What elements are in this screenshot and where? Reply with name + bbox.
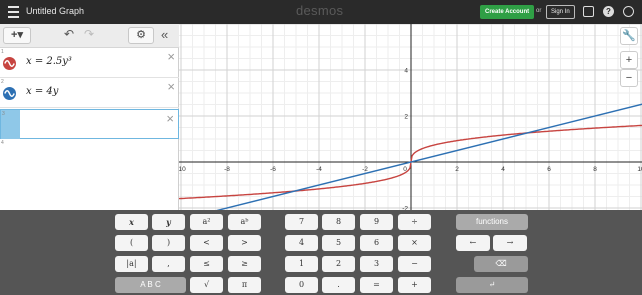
x-tick-label: 6 — [547, 166, 551, 173]
delete-expression-icon[interactable]: × — [167, 79, 175, 94]
key-0[interactable]: 0 — [285, 277, 318, 293]
key-sqrt[interactable]: √ — [190, 277, 223, 293]
expression-input[interactable]: x = 4y — [26, 86, 58, 97]
top-bar: Untitled Graph desmos Create Account or … — [0, 0, 642, 24]
desmos-app: Untitled Graph desmos Create Account or … — [0, 0, 642, 295]
x-tick-label: 4 — [501, 166, 505, 173]
expression-index: 2 — [1, 79, 4, 85]
key-a-power-b[interactable]: aᵇ — [228, 214, 261, 230]
key-x[interactable]: x — [115, 214, 148, 230]
x-tick-label: 2 — [455, 166, 459, 173]
x-tick-label: -2 — [362, 166, 368, 173]
graph-paper[interactable]: -10-8-6-4-2024681042-2 — [179, 24, 642, 210]
settings-gear-icon[interactable]: ⚙ — [128, 27, 154, 44]
key-7[interactable]: 7 — [285, 214, 318, 230]
delete-expression-icon[interactable]: × — [166, 111, 174, 126]
share-icon[interactable] — [583, 6, 594, 17]
key-equals[interactable]: = — [360, 277, 393, 293]
expression-toolbar: +▾ ↶ ↷ ⚙ « — [0, 24, 179, 48]
expression-row-active[interactable]: 3 × — [0, 109, 179, 139]
key-less-equal[interactable]: ≤ — [190, 256, 223, 272]
redo-icon[interactable]: ↷ — [84, 27, 94, 41]
key-plus[interactable]: + — [398, 277, 431, 293]
brand-logo: desmos — [296, 3, 344, 18]
key-multiply[interactable]: × — [398, 235, 431, 251]
x-tick-label: -4 — [316, 166, 322, 173]
x-tick-label: -6 — [270, 166, 276, 173]
wrench-icon[interactable]: 🔧 — [620, 27, 638, 45]
undo-icon[interactable]: ↶ — [64, 27, 74, 41]
expression-index: 4 — [1, 140, 4, 146]
key-2[interactable]: 2 — [322, 256, 355, 272]
sine-wave-icon[interactable] — [3, 57, 16, 70]
expression-gutter: 3 — [1, 110, 20, 139]
expression-gutter: 1 — [0, 48, 19, 77]
zoom-out-button[interactable]: − — [620, 69, 638, 87]
math-keypad: x y a² aᵇ 7 8 9 ÷ functions () < >4 5 6 × ← → |a|, ≤ ≥1 2 3− ⌫… — [0, 210, 642, 295]
add-item-button[interactable]: +▾ — [3, 27, 31, 44]
key-comma[interactable]: , — [152, 256, 185, 272]
zoom-in-button[interactable]: + — [620, 51, 638, 69]
key-1[interactable]: 1 — [285, 256, 318, 272]
y-tick-label: 4 — [404, 68, 408, 75]
help-icon[interactable]: ? — [603, 6, 614, 17]
key-abs[interactable]: |a| — [115, 256, 148, 272]
key-y[interactable]: y — [152, 214, 185, 230]
key-5[interactable]: 5 — [322, 235, 355, 251]
key-greater-than[interactable]: > — [228, 235, 261, 251]
sine-wave-icon[interactable] — [3, 87, 16, 100]
y-tick-label: 2 — [404, 114, 408, 121]
expression-row[interactable]: 2 x = 4y × — [0, 78, 179, 108]
key-enter[interactable]: ↵ — [456, 277, 528, 293]
key-close-paren[interactable]: ) — [152, 235, 185, 251]
key-minus[interactable]: − — [398, 256, 431, 272]
expression-gutter: 4 — [0, 139, 19, 168]
expression-input[interactable]: x = 2.5y³ — [26, 56, 72, 67]
hamburger-menu-icon[interactable] — [8, 6, 19, 18]
key-divide[interactable]: ÷ — [398, 214, 431, 230]
key-4[interactable]: 4 — [285, 235, 318, 251]
expression-row[interactable]: 1 x = 2.5y³ × — [0, 48, 179, 78]
x-tick-label: 8 — [593, 166, 597, 173]
key-a-squared[interactable]: a² — [190, 214, 223, 230]
expression-panel: +▾ ↶ ↷ ⚙ « 1 x = 2.5y³ × 2 x = 4y × 3 × … — [0, 24, 179, 234]
key-pi[interactable]: π — [228, 277, 261, 293]
key-9[interactable]: 9 — [360, 214, 393, 230]
key-open-paren[interactable]: ( — [115, 235, 148, 251]
create-account-button[interactable]: Create Account — [480, 5, 535, 19]
globe-icon[interactable] — [623, 6, 634, 17]
key-8[interactable]: 8 — [322, 214, 355, 230]
expression-gutter: 2 — [0, 78, 19, 107]
expression-row[interactable]: 4 — [0, 139, 179, 169]
key-less-than[interactable]: < — [190, 235, 223, 251]
graph-title[interactable]: Untitled Graph — [26, 6, 84, 16]
key-abc[interactable]: A B C — [115, 277, 186, 293]
key-3[interactable]: 3 — [360, 256, 393, 272]
key-greater-equal[interactable]: ≥ — [228, 256, 261, 272]
expression-index: 3 — [2, 111, 5, 117]
x-tick-label: -10 — [179, 166, 186, 173]
key-right-arrow[interactable]: → — [493, 235, 527, 251]
key-left-arrow[interactable]: ← — [456, 235, 490, 251]
x-tick-label: 10 — [637, 166, 642, 173]
expression-index: 1 — [1, 49, 4, 55]
sign-in-button[interactable]: Sign In — [546, 5, 575, 19]
key-functions[interactable]: functions — [456, 214, 528, 230]
x-tick-label: -8 — [224, 166, 230, 173]
key-6[interactable]: 6 — [360, 235, 393, 251]
key-decimal[interactable]: . — [322, 277, 355, 293]
key-backspace[interactable]: ⌫ — [474, 256, 528, 272]
collapse-panel-icon[interactable]: « — [161, 27, 168, 42]
or-text: or — [536, 8, 542, 14]
delete-expression-icon[interactable]: × — [167, 49, 175, 64]
